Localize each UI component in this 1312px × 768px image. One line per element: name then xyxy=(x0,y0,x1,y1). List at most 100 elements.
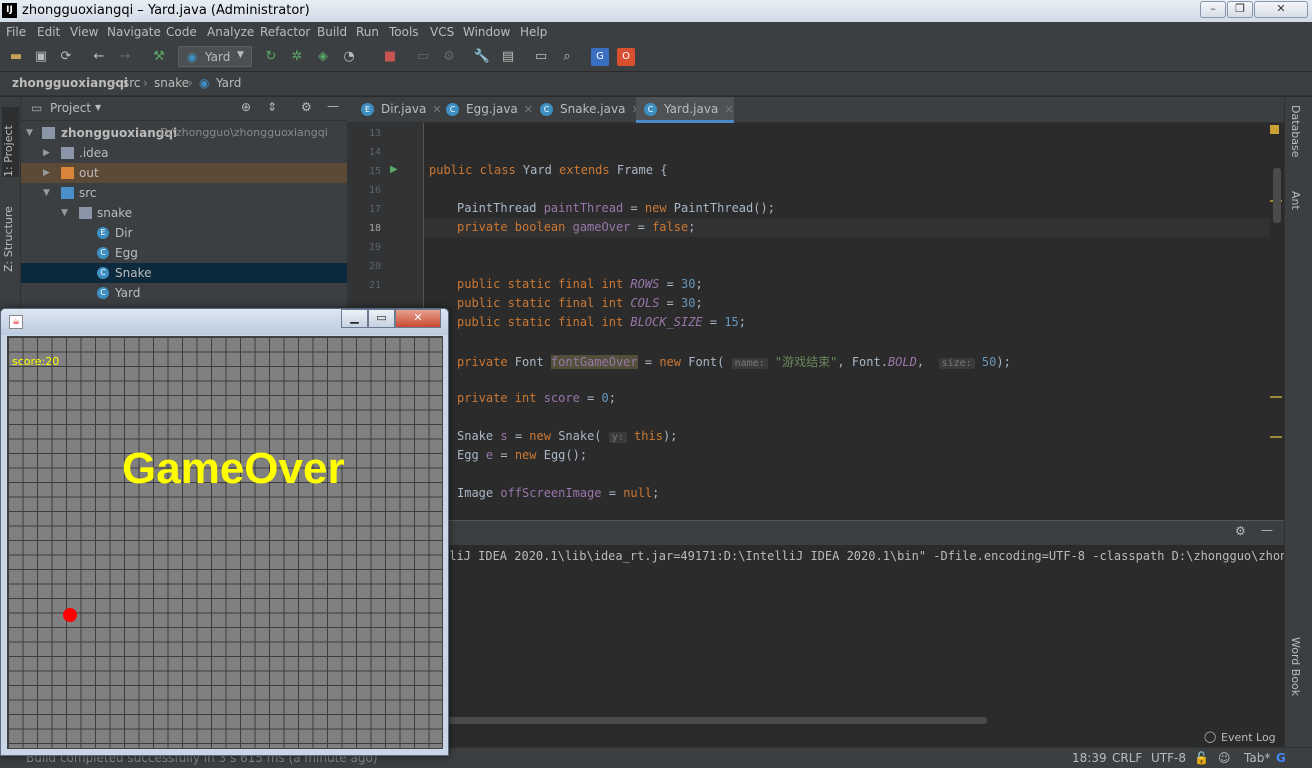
breadcrumb-src[interactable]: src xyxy=(123,76,141,90)
menu-help[interactable]: Help xyxy=(520,25,547,39)
save-icon[interactable]: ▣ xyxy=(32,48,50,66)
back-arrow-icon[interactable]: ← xyxy=(90,48,108,66)
tree-item-dir[interactable]: E Dir xyxy=(21,223,347,243)
open-folder-icon[interactable]: ▬ xyxy=(7,48,25,66)
gameover-text: GameOver xyxy=(122,444,345,493)
terminal-icon[interactable]: ▭ xyxy=(532,48,550,66)
game-window[interactable]: ☕ ▁ ▭ ✕ score:20 GameOver xyxy=(0,308,449,756)
tree-item-src[interactable]: ▼ src xyxy=(21,183,347,203)
gear-icon[interactable]: ⚙ xyxy=(301,100,312,114)
scroll-thumb[interactable] xyxy=(1273,168,1281,223)
menu-window[interactable]: Window xyxy=(463,25,510,39)
menu-refactor[interactable]: Refactor xyxy=(260,25,310,39)
tree-item-out[interactable]: ▶ out xyxy=(21,163,347,183)
lock-icon[interactable]: 🔓 xyxy=(1194,751,1209,765)
file-encoding[interactable]: UTF-8 xyxy=(1151,751,1186,765)
menu-file[interactable]: File xyxy=(6,25,26,39)
line-number: 18 xyxy=(368,223,381,234)
menu-bar: File Edit View Navigate Code Analyze Ref… xyxy=(0,22,1312,42)
chevron-down-icon[interactable]: ▼ xyxy=(95,103,101,112)
class-icon: ◉ xyxy=(187,50,198,64)
game-canvas[interactable]: score:20 GameOver xyxy=(7,336,443,749)
menu-run[interactable]: Run xyxy=(356,25,379,39)
forward-arrow-icon[interactable]: → xyxy=(116,48,134,66)
search-icon[interactable]: ⌕ xyxy=(558,48,576,66)
tab-structure[interactable]: Z: Structure xyxy=(2,192,19,272)
tab-database[interactable]: Database xyxy=(1289,105,1302,158)
minimize-button[interactable]: ▁ xyxy=(341,309,368,328)
menu-analyze[interactable]: Analyze xyxy=(207,25,254,39)
tree-item-egg[interactable]: C Egg xyxy=(21,243,347,263)
tree-item-snake-class[interactable]: C Snake xyxy=(21,263,347,283)
profile-icon[interactable]: ◔ xyxy=(340,48,358,66)
cursor-position[interactable]: 18:39 xyxy=(1072,751,1107,765)
line-separator[interactable]: CRLF xyxy=(1112,751,1142,765)
translate-icon[interactable]: G xyxy=(591,48,609,66)
google-icon[interactable]: G xyxy=(1276,751,1286,765)
tree-item-root[interactable]: ▼ zhongguoxiangqi D:\zhongguo\zhongguoxi… xyxy=(21,123,347,143)
close-icon[interactable]: ✕ xyxy=(724,103,733,116)
attach-icon[interactable]: ▭ xyxy=(414,48,432,66)
horizontal-scrollbar[interactable] xyxy=(447,717,987,724)
scroll-marker[interactable] xyxy=(1270,436,1282,438)
tab-project[interactable]: 1: Project xyxy=(2,107,19,177)
menu-vcs[interactable]: VCS xyxy=(430,25,454,39)
build-hammer-icon[interactable]: ⚒ xyxy=(150,48,168,66)
hide-icon[interactable]: — xyxy=(327,99,339,113)
coverage-icon[interactable]: ◈ xyxy=(314,48,332,66)
menu-code[interactable]: Code xyxy=(166,25,197,39)
stop-icon[interactable]: ■ xyxy=(381,48,399,66)
source-folder-icon xyxy=(61,187,74,199)
tab-dir-java[interactable]: E Dir.java ✕ xyxy=(353,97,442,123)
tab-word-book[interactable]: Word Book xyxy=(1289,637,1302,696)
rerun-icon[interactable]: ↻ xyxy=(262,48,280,66)
close-button[interactable]: ✕ xyxy=(395,309,441,328)
gear-icon[interactable]: ⚙ xyxy=(1235,524,1246,538)
hide-icon[interactable]: — xyxy=(1261,523,1273,537)
maximize-button[interactable]: ▭ xyxy=(368,309,395,328)
wrench-icon[interactable]: 🔧 xyxy=(473,48,491,66)
project-panel-header: ▭ Project ▼ ⊕ ⇕ ⚙ — xyxy=(21,97,347,121)
code-editor[interactable]: public class Yard extends Frame { PaintT… xyxy=(424,123,1270,520)
menu-build[interactable]: Build xyxy=(317,25,347,39)
scroll-marker[interactable] xyxy=(1270,396,1282,398)
tab-label: Egg.java xyxy=(466,102,518,116)
breadcrumb-snake[interactable]: snake xyxy=(154,76,189,90)
locate-icon[interactable]: ⊕ xyxy=(241,100,251,114)
project-structure-icon[interactable]: ▤ xyxy=(499,48,517,66)
tree-item-yard[interactable]: C Yard xyxy=(21,283,347,303)
run-gutter-icon[interactable]: ▶ xyxy=(390,164,398,175)
close-button[interactable]: ✕ xyxy=(1254,1,1308,18)
indent-setting[interactable]: Tab* xyxy=(1244,751,1270,765)
warning-marker[interactable] xyxy=(1270,125,1279,134)
minimize-button[interactable]: – xyxy=(1200,1,1226,18)
menu-tools[interactable]: Tools xyxy=(389,25,419,39)
tab-yard-java[interactable]: C Yard.java ✕ xyxy=(636,97,734,123)
tab-ant[interactable]: Ant xyxy=(1289,191,1302,210)
breadcrumb-project[interactable]: zhongguoxiangqi xyxy=(12,76,128,90)
office-icon[interactable]: O xyxy=(617,48,635,66)
tab-egg-java[interactable]: C Egg.java ✕ xyxy=(438,97,533,123)
tree-item-snake[interactable]: ▼ snake xyxy=(21,203,347,223)
maximize-button[interactable]: ❐ xyxy=(1227,1,1253,18)
game-window-titlebar[interactable]: ☕ ▁ ▭ ✕ xyxy=(1,309,448,335)
project-panel-title[interactable]: Project xyxy=(50,101,91,115)
menu-edit[interactable]: Edit xyxy=(37,25,60,39)
event-log[interactable]: ◯ Event Log xyxy=(1204,730,1284,746)
tools-icon[interactable]: ⚙ xyxy=(440,48,458,66)
collapse-icon[interactable]: ⇕ xyxy=(267,100,277,114)
code-line: private int score = 0; xyxy=(457,391,616,405)
module-folder-icon xyxy=(42,127,55,139)
string-literal: "游戏结束" xyxy=(774,355,838,369)
sync-icon[interactable]: ⟳ xyxy=(57,48,75,66)
breadcrumb-yard[interactable]: Yard xyxy=(216,76,241,90)
tab-snake-java[interactable]: C Snake.java✕ xyxy=(532,97,641,123)
editor-scrollbar[interactable] xyxy=(1270,123,1284,520)
run-config-select[interactable]: ◉ Yard ▼ xyxy=(178,46,252,67)
menu-navigate[interactable]: Navigate xyxy=(107,25,161,39)
menu-view[interactable]: View xyxy=(70,25,98,39)
inspector-icon[interactable]: ☺ xyxy=(1218,751,1231,765)
debug-bug-icon[interactable]: ✲ xyxy=(288,48,306,66)
code-line: public static final int BLOCK_SIZE = 15; xyxy=(457,315,747,329)
tree-item-idea[interactable]: ▶ .idea xyxy=(21,143,347,163)
